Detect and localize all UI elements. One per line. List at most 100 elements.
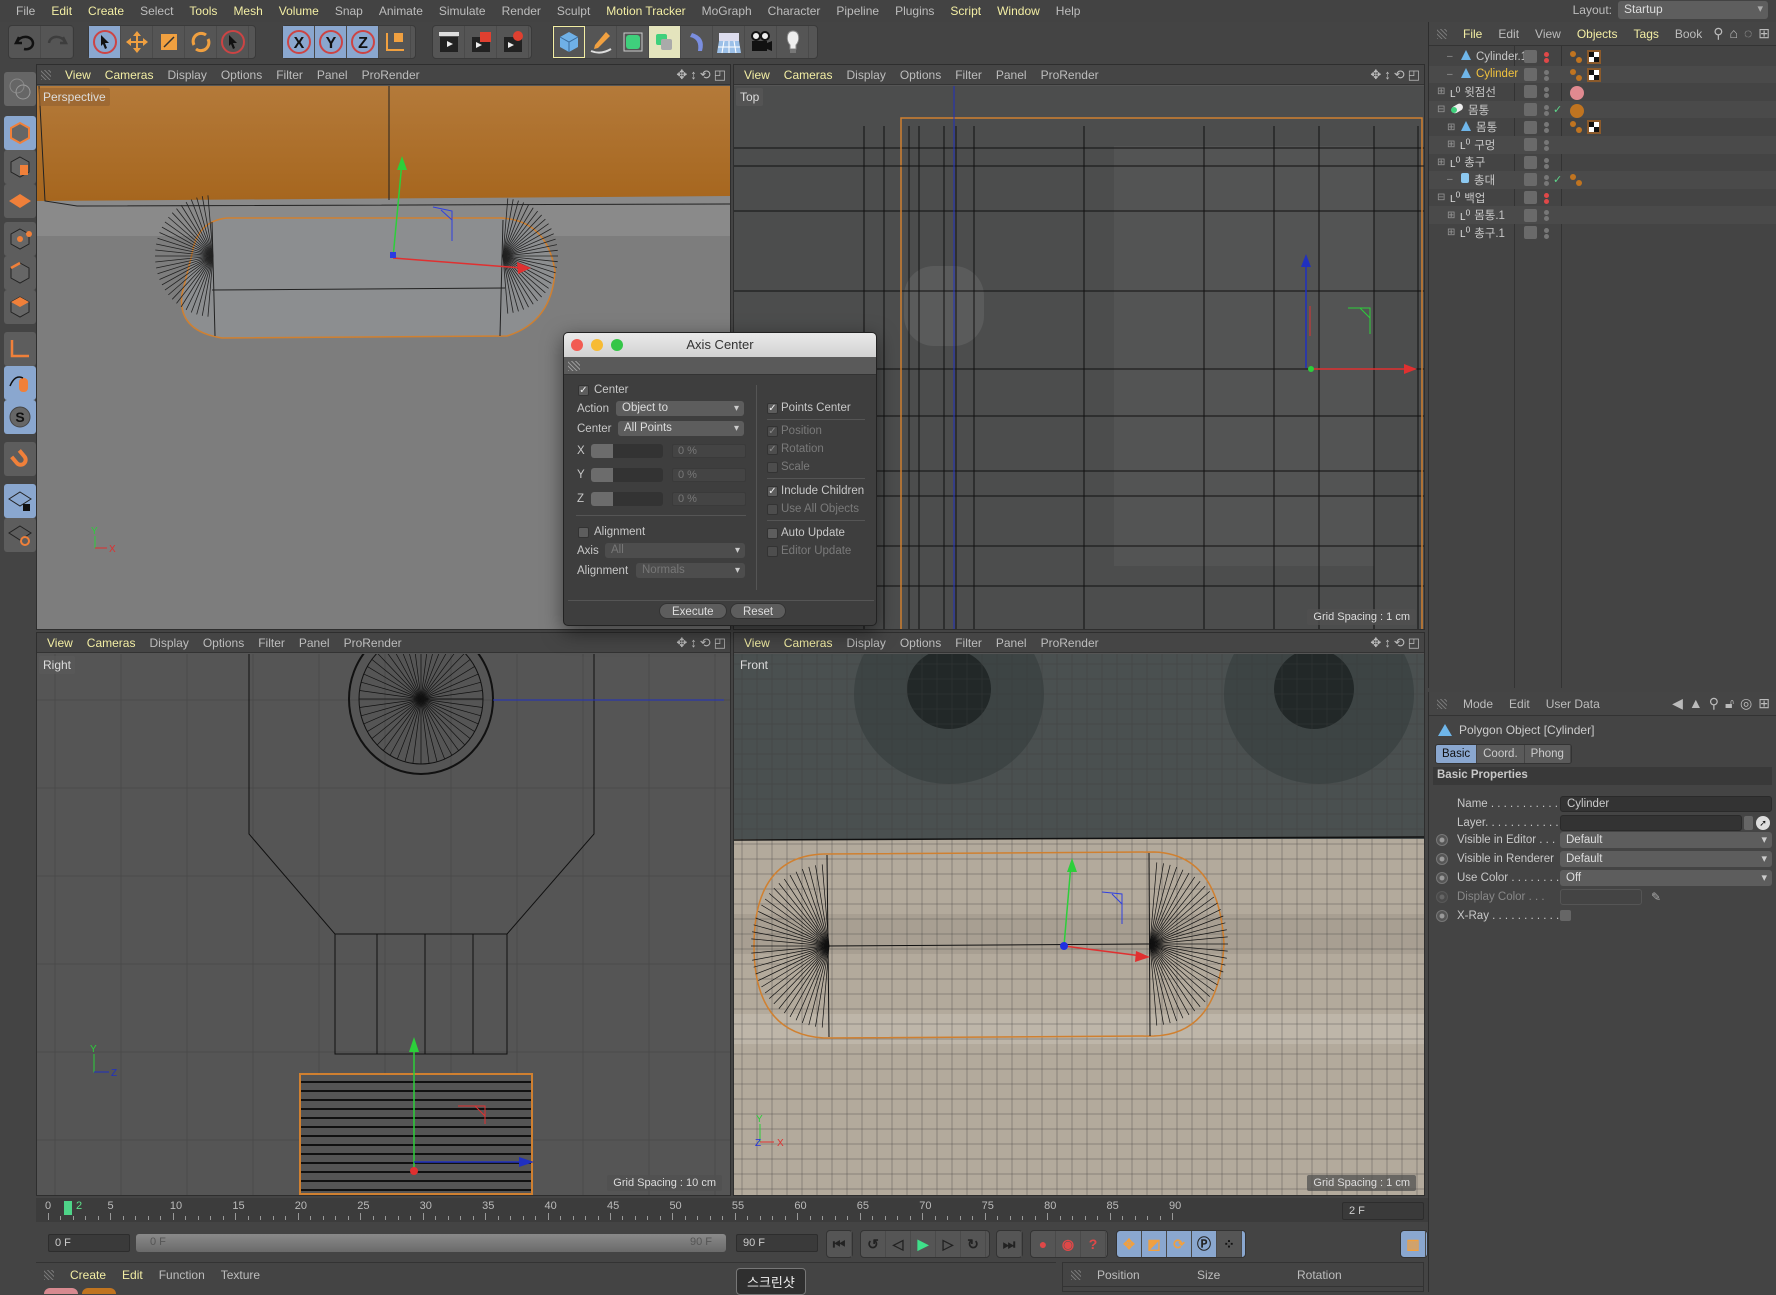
editor-visibility-dot[interactable] xyxy=(1544,52,1549,57)
z-percent-field[interactable]: 0 % xyxy=(672,492,746,506)
eye-icon[interactable]: ◌ xyxy=(1744,25,1752,42)
maximize-icon[interactable]: ◰ xyxy=(1408,67,1420,83)
scale-checkbox[interactable] xyxy=(767,462,778,473)
viewport-menu-view[interactable]: View xyxy=(59,68,99,82)
zoom-button[interactable] xyxy=(611,339,623,351)
layer-toggle[interactable] xyxy=(1524,103,1537,117)
viewport-menu-display[interactable]: Display xyxy=(840,636,893,650)
tab-basic[interactable]: Basic xyxy=(1436,745,1478,763)
orange-material-tag-icon[interactable] xyxy=(1569,103,1584,118)
expand-icon[interactable]: ⊞ xyxy=(1437,157,1446,168)
key-rotation-icon[interactable]: ⟳ xyxy=(1167,1231,1192,1257)
obj-menu-edit[interactable]: Edit xyxy=(1490,27,1527,41)
tab-phong[interactable]: Phong xyxy=(1524,745,1571,763)
search-icon[interactable]: ⚲ xyxy=(1713,25,1723,42)
z-slider[interactable] xyxy=(591,492,663,506)
points-center-checkbox[interactable]: ✓ xyxy=(767,403,778,414)
end-frame-field[interactable]: 90 F xyxy=(736,1234,818,1252)
dolly-icon[interactable]: ↕ xyxy=(690,67,697,83)
obj-menu-view[interactable]: View xyxy=(1527,27,1569,41)
menu-script[interactable]: Script xyxy=(942,4,989,18)
viewport-menu-panel[interactable]: Panel xyxy=(990,68,1035,82)
object-row[interactable]: ⊞ L0 구멍 xyxy=(1429,136,1776,154)
prev-frame-icon[interactable]: ◁ xyxy=(886,1231,911,1257)
viewport-menu-display[interactable]: Display xyxy=(840,68,893,82)
render-visibility-dot[interactable] xyxy=(1544,75,1549,81)
texture-mode-icon[interactable] xyxy=(4,150,36,184)
rotate-icon[interactable] xyxy=(185,26,217,58)
layer-toggle[interactable] xyxy=(1524,85,1537,99)
expand-icon[interactable]: ⊞ xyxy=(1447,227,1456,238)
editor-visibility-dot[interactable] xyxy=(1544,104,1549,110)
menu-render[interactable]: Render xyxy=(494,4,549,18)
object-row[interactable]: ⊞ L0 몸통.1 xyxy=(1429,206,1776,224)
expand-icon[interactable]: ⊞ xyxy=(1447,210,1456,221)
material-swatch-orange[interactable] xyxy=(82,1288,116,1294)
viewport-menu-options[interactable]: Options xyxy=(894,636,949,650)
name-input[interactable]: Cylinder xyxy=(1560,795,1772,812)
axis-dropdown[interactable]: All xyxy=(605,543,745,558)
subdivision-icon[interactable] xyxy=(617,26,649,58)
render-visibility-dot[interactable] xyxy=(1544,110,1549,116)
viewport-menu-prorender[interactable]: ProRender xyxy=(356,68,428,82)
use-color-dropdown[interactable]: Off xyxy=(1560,869,1772,886)
use-all-objects-checkbox[interactable] xyxy=(767,504,778,515)
viewport-front[interactable]: View Cameras Display Options Filter Pane… xyxy=(733,632,1425,1196)
collapse-icon[interactable]: ⊟ xyxy=(1437,104,1446,115)
render-visibility-dot[interactable] xyxy=(1544,198,1549,204)
cube-icon[interactable] xyxy=(553,26,585,58)
solo-icon[interactable]: S xyxy=(4,400,36,434)
obj-menu-objects[interactable]: Objects xyxy=(1569,27,1626,41)
viewport-menu-cameras[interactable]: Cameras xyxy=(99,68,162,82)
dialog-titlebar[interactable]: Axis Center xyxy=(564,333,876,357)
animate-radio[interactable] xyxy=(1436,890,1448,903)
menu-sculpt[interactable]: Sculpt xyxy=(549,4,598,18)
visible-renderer-dropdown[interactable]: Default xyxy=(1560,850,1772,867)
play-icon[interactable]: ▶ xyxy=(911,1231,936,1257)
menu-mograph[interactable]: MoGraph xyxy=(694,4,760,18)
expand-icon[interactable]: ⊞ xyxy=(1437,86,1446,97)
floor-icon[interactable] xyxy=(713,26,745,58)
object-name[interactable]: ⊞ L0 구멍 xyxy=(1447,137,1495,153)
menu-simulate[interactable]: Simulate xyxy=(431,4,494,18)
object-name[interactable]: ⊞ 몸통 xyxy=(1447,119,1497,135)
maximize-icon[interactable]: ◰ xyxy=(714,67,726,83)
layer-arrow-button[interactable] xyxy=(1744,815,1753,830)
new-window-icon[interactable]: ⊞ xyxy=(1758,25,1770,42)
pan-icon[interactable]: ✥ xyxy=(1370,635,1381,651)
menu-animate[interactable]: Animate xyxy=(371,4,431,18)
object-name[interactable]: – Cylinder xyxy=(1447,67,1518,82)
viewport-menu-options[interactable]: Options xyxy=(197,636,252,650)
menu-create[interactable]: Create xyxy=(80,4,132,18)
render-visibility-dot[interactable] xyxy=(1544,128,1549,134)
front-canvas[interactable]: Y X Z Front Grid Spacing : 1 cm xyxy=(734,654,1424,1195)
model-mode-icon[interactable] xyxy=(4,116,36,150)
layer-picker-icon[interactable]: ➚ xyxy=(1756,815,1770,830)
live-selection-icon[interactable] xyxy=(89,26,121,58)
object-row[interactable]: ⊞ L0 윗점선 xyxy=(1429,83,1776,101)
layout-dropdown[interactable]: Startup xyxy=(1618,1,1768,19)
object-row[interactable]: ⊟ L0 백업 xyxy=(1429,189,1776,207)
material-menu-function[interactable]: Function xyxy=(151,1268,213,1282)
target-icon[interactable]: ◎ xyxy=(1740,695,1752,712)
y-axis-lock-button[interactable]: Y xyxy=(315,26,347,58)
new-window-icon[interactable]: ⊞ xyxy=(1758,695,1770,712)
editor-visibility-dot[interactable] xyxy=(1544,175,1549,181)
animate-radio[interactable] xyxy=(1436,833,1448,846)
workplane-lock-icon[interactable] xyxy=(4,484,36,518)
center-checkbox[interactable]: ✓ xyxy=(578,385,589,396)
object-row[interactable]: – Cylinder.1 xyxy=(1429,48,1776,66)
dolly-icon[interactable]: ↕ xyxy=(690,635,697,651)
auto-update-checkbox[interactable] xyxy=(767,528,778,539)
viewport-menu-view[interactable]: View xyxy=(41,636,81,650)
viewport-menu-prorender[interactable]: ProRender xyxy=(1035,636,1107,650)
expand-icon[interactable]: ⊞ xyxy=(1447,122,1456,133)
object-row[interactable]: ⊞ 몸통 xyxy=(1429,118,1776,136)
y-slider[interactable] xyxy=(591,468,663,482)
editor-visibility-dot[interactable] xyxy=(1544,140,1549,145)
film-strip-icon[interactable]: ▥ xyxy=(1401,1231,1426,1257)
move-icon[interactable] xyxy=(121,26,153,58)
eyedropper-icon[interactable]: ✎ xyxy=(1651,890,1661,904)
layer-toggle[interactable] xyxy=(1524,67,1537,81)
object-row[interactable]: ⊟ 몸통 ✓ xyxy=(1429,100,1776,119)
